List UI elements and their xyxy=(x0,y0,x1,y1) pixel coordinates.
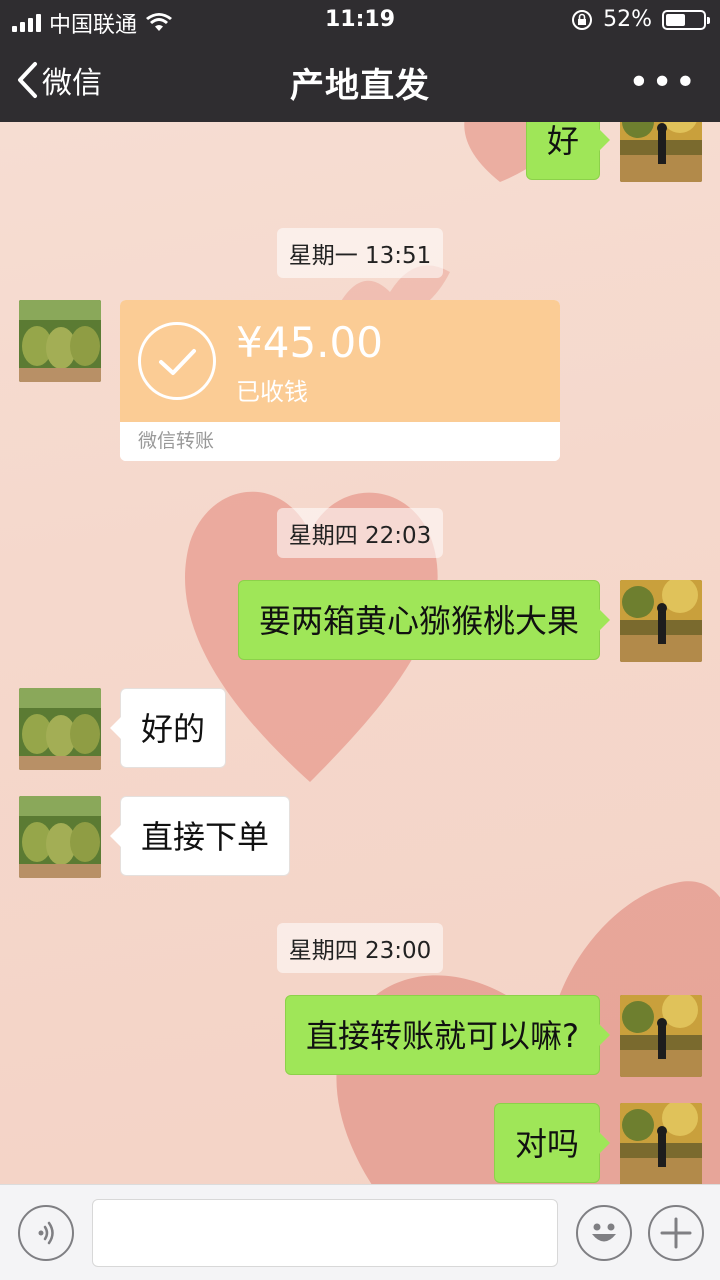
timestamp: 星期四 22:03 xyxy=(0,508,720,558)
message-input[interactable] xyxy=(92,1199,558,1267)
battery-icon xyxy=(662,9,710,30)
my-avatar[interactable] xyxy=(620,995,702,1077)
status-bar: 中国联通 11:19 52% xyxy=(0,0,720,40)
my-avatar[interactable] xyxy=(620,1103,702,1184)
voice-icon xyxy=(38,1221,54,1245)
chat-area[interactable]: 好 星期一 13:51 ¥45.00 已收钱 微信转账 星期四 22:03 要两… xyxy=(0,122,720,1184)
rotation-lock-icon xyxy=(572,9,593,30)
transfer-status: 已收钱 xyxy=(236,378,308,406)
sent-message-bubble[interactable]: 对吗 xyxy=(493,1103,611,1183)
emoji-icon xyxy=(592,1223,616,1242)
transfer-card-header: ¥45.00 已收钱 xyxy=(120,300,560,422)
contact-avatar[interactable] xyxy=(19,688,101,770)
check-circle-icon xyxy=(138,322,216,400)
contact-avatar[interactable] xyxy=(19,300,101,382)
received-message-bubble[interactable]: 好的 xyxy=(109,688,227,768)
battery-fill xyxy=(666,13,685,26)
voice-button[interactable] xyxy=(18,1205,74,1261)
timestamp: 星期四 23:00 xyxy=(0,923,720,973)
more-options-button[interactable]: ••• xyxy=(628,62,698,103)
timestamp-label: 星期一 13:51 xyxy=(276,228,444,278)
battery-percent: 52% xyxy=(603,7,652,32)
transfer-card[interactable]: ¥45.00 已收钱 微信转账 xyxy=(120,300,560,461)
navigation-bar: 微信 产地直发 ••• xyxy=(0,40,720,122)
chat-title: 产地直发 xyxy=(290,66,430,106)
transfer-amount: ¥45.00 xyxy=(236,318,383,367)
contact-avatar[interactable] xyxy=(19,796,101,878)
my-avatar[interactable] xyxy=(620,122,702,182)
sent-message-bubble[interactable]: 好 xyxy=(525,122,611,180)
timestamp-label: 星期四 22:03 xyxy=(276,508,444,558)
timestamp: 星期一 13:51 xyxy=(0,228,720,278)
sent-message-bubble[interactable]: 直接转账就可以嘛? xyxy=(285,995,610,1075)
sent-message-bubble[interactable]: 要两箱黄心猕猴桃大果 xyxy=(237,580,611,660)
top-bar: 中国联通 11:19 52% 微信 产地直发 ••• xyxy=(0,0,720,122)
emoji-button[interactable] xyxy=(576,1205,632,1261)
transfer-caption: 微信转账 xyxy=(120,422,560,461)
received-message-bubble[interactable]: 直接下单 xyxy=(109,796,291,876)
plus-icon xyxy=(660,1217,692,1249)
input-bar xyxy=(0,1184,720,1280)
timestamp-label: 星期四 23:00 xyxy=(276,923,444,973)
add-button[interactable] xyxy=(648,1205,704,1261)
my-avatar[interactable] xyxy=(620,580,702,662)
